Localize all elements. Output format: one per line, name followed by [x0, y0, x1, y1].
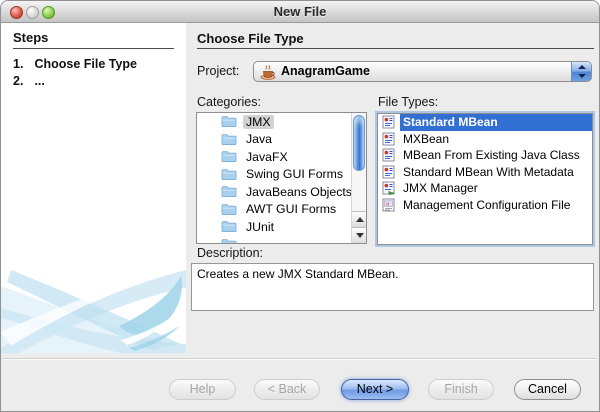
- next-button[interactable]: Next >: [341, 379, 409, 400]
- category-item-jmx[interactable]: JMX: [197, 113, 351, 131]
- description-label: Description:: [197, 246, 263, 260]
- folder-icon: [221, 185, 237, 198]
- file-type-item-management-configuration-file[interactable]: a Management Configuration File: [378, 197, 592, 214]
- mbean-file-icon: [382, 148, 395, 162]
- mbean-file-icon: [382, 132, 395, 146]
- steps-divider: [13, 48, 174, 49]
- step-number: 1.: [13, 57, 23, 71]
- folder-icon: [221, 238, 237, 243]
- window-title: New File: [1, 1, 599, 23]
- category-label: AWT GUI Forms: [243, 202, 339, 216]
- category-item-javabeans-objects[interactable]: JavaBeans Objects: [197, 183, 351, 201]
- chevron-down-icon: [578, 74, 586, 78]
- config-file-icon: a: [382, 198, 395, 212]
- file-type-item-mxbean[interactable]: MXBean: [378, 131, 592, 148]
- category-label: JavaFX: [243, 150, 291, 164]
- category-item-partial[interactable]: [197, 236, 351, 244]
- project-dropdown[interactable]: AnagramGame: [253, 61, 592, 82]
- file-types-list[interactable]: Standard MBean MXBean MBean From Existin…: [377, 113, 593, 245]
- step-label: Choose File Type: [34, 57, 137, 71]
- category-item-javafx[interactable]: JavaFX: [197, 148, 351, 166]
- file-type-label: JMX Manager: [400, 180, 592, 197]
- category-label: Swing GUI Forms: [243, 167, 346, 181]
- triangle-up-icon: [356, 217, 364, 222]
- file-type-label: Standard MBean: [400, 114, 592, 131]
- category-item-junit[interactable]: JUnit: [197, 218, 351, 236]
- categories-label: Categories:: [197, 95, 261, 109]
- step-item-1: 1. Choose File Type: [13, 57, 137, 71]
- file-type-label: Standard MBean With Metadata: [400, 164, 592, 181]
- mbean-run-file-icon: [382, 181, 395, 195]
- finish-button: Finish: [428, 379, 494, 400]
- project-label: Project:: [197, 64, 239, 78]
- steps-heading: Steps: [13, 30, 48, 45]
- folder-icon: [221, 133, 237, 146]
- steps-panel: Steps 1. Choose File Type 2....: [1, 23, 186, 353]
- scroll-down-button[interactable]: [352, 227, 367, 243]
- step-label: ...: [34, 74, 44, 88]
- category-label: JMX: [243, 115, 274, 129]
- back-button: < Back: [254, 379, 320, 400]
- footer-divider: [3, 358, 597, 359]
- category-label: JUnit: [243, 220, 277, 234]
- new-file-dialog: New File Steps 1.Choose File Type 2.... …: [0, 0, 600, 412]
- file-type-label: Management Configuration File: [400, 197, 592, 214]
- close-button[interactable]: [10, 6, 23, 19]
- category-item-java[interactable]: Java: [197, 131, 351, 149]
- file-type-label: MBean From Existing Java Class: [400, 147, 592, 164]
- folder-icon: [221, 150, 237, 163]
- description-text: Creates a new JMX Standard MBean.: [197, 267, 398, 281]
- step-item-2: 2....: [13, 74, 45, 88]
- categories-list[interactable]: JMX Java JavaFX Swing GUI Forms JavaBean…: [196, 112, 367, 244]
- description-box: Creates a new JMX Standard MBean.: [191, 263, 594, 311]
- minimize-button: [26, 6, 39, 19]
- svg-text:a: a: [386, 201, 389, 207]
- folder-icon: [221, 203, 237, 216]
- java-project-coffee-cup-icon: [260, 65, 276, 80]
- chevron-up-icon: [578, 65, 586, 69]
- scroll-up-button[interactable]: [352, 211, 367, 227]
- zoom-button[interactable]: [42, 6, 55, 19]
- scrollbar-thumb[interactable]: [353, 115, 365, 171]
- panel-heading: Choose File Type: [197, 31, 304, 46]
- project-value: AnagramGame: [281, 64, 370, 78]
- file-type-item-standard-mbean[interactable]: Standard MBean: [378, 114, 592, 131]
- dropdown-stepper-icon[interactable]: [571, 62, 591, 81]
- watermark-swirl-graphic: [1, 248, 186, 353]
- category-item-awt-gui-forms[interactable]: AWT GUI Forms: [197, 201, 351, 219]
- file-types-label: File Types:: [378, 95, 438, 109]
- help-button: Help: [169, 379, 236, 400]
- cancel-button[interactable]: Cancel: [514, 379, 581, 400]
- step-number: 2.: [13, 74, 23, 88]
- triangle-down-icon: [356, 233, 364, 238]
- choose-file-type-panel: Choose File Type Project: AnagramGame Ca…: [186, 23, 600, 353]
- dialog-footer: Help < Back Next > Finish Cancel: [1, 353, 599, 412]
- folder-icon: [221, 168, 237, 181]
- file-type-item-standard-mbean-with-metadata[interactable]: Standard MBean With Metadata: [378, 164, 592, 181]
- heading-divider: [197, 48, 594, 49]
- category-label: Java: [243, 132, 275, 146]
- file-type-item-jmx-manager[interactable]: JMX Manager: [378, 180, 592, 197]
- mbean-file-icon: [382, 165, 395, 179]
- file-type-item-mbean-from-existing-java-class[interactable]: MBean From Existing Java Class: [378, 147, 592, 164]
- folder-icon: [221, 115, 237, 128]
- file-type-label: MXBean: [400, 131, 592, 148]
- title-bar[interactable]: New File: [1, 1, 599, 23]
- mbean-file-icon: [382, 115, 395, 129]
- categories-viewport: JMX Java JavaFX Swing GUI Forms JavaBean…: [197, 113, 351, 243]
- category-label: JavaBeans Objects: [243, 185, 351, 199]
- categories-scrollbar[interactable]: [351, 113, 366, 243]
- category-item-swing-gui-forms[interactable]: Swing GUI Forms: [197, 166, 351, 184]
- folder-icon: [221, 220, 237, 233]
